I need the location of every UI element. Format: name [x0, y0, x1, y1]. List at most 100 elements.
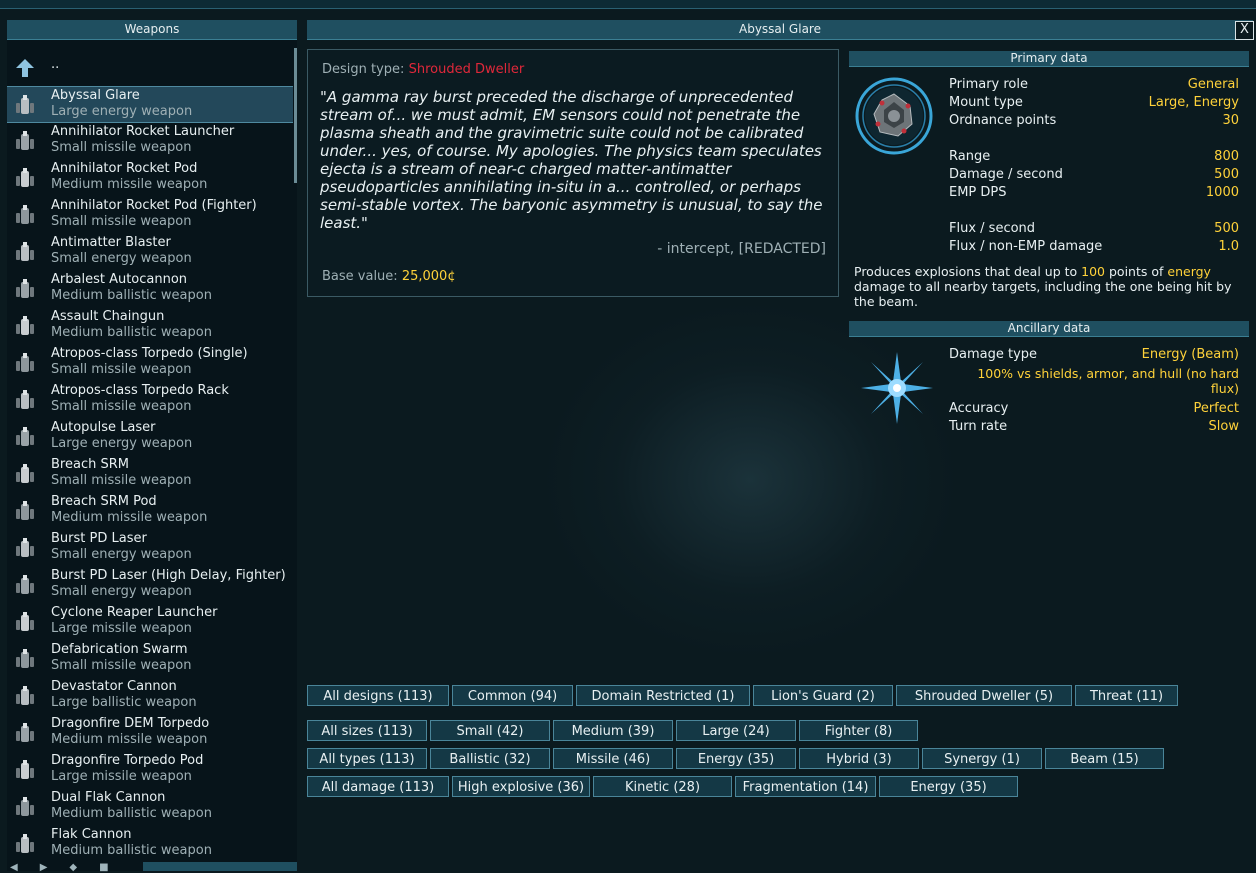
weapon-list-item[interactable]: Autopulse Laser Large energy weapon: [7, 419, 293, 456]
filter-sizes-button[interactable]: Fighter (8): [799, 720, 918, 741]
weapon-name: Annihilator Rocket Launcher: [51, 124, 235, 139]
note-part-2: points of: [1105, 264, 1168, 279]
turn-rate-label: Turn rate: [949, 419, 1008, 434]
bottom-nav-icons[interactable]: ◀▶◆■: [10, 862, 131, 873]
filter-designs-button[interactable]: All designs (113): [307, 685, 449, 706]
weapon-type: Small energy weapon: [51, 547, 192, 562]
weapon-type: Small missile weapon: [51, 473, 192, 488]
filter-damage-button[interactable]: Fragmentation (14): [735, 776, 876, 797]
weapon-list-item[interactable]: Cyclone Reaper Launcher Large missile wea…: [7, 604, 293, 641]
weapon-thumbnail-icon: [16, 723, 34, 742]
flavor-quote: "A gamma ray burst preceded the discharg…: [320, 88, 823, 232]
weapon-type: Small energy weapon: [51, 584, 192, 599]
stat-label: Ordnance points: [949, 113, 1057, 128]
weapon-type: Medium missile weapon: [51, 510, 208, 525]
filter-damage-button[interactable]: Energy (35): [879, 776, 1018, 797]
weapon-list-item[interactable]: Dragonfire Torpedo Pod Large missile weap…: [7, 752, 293, 789]
weapon-list-item[interactable]: Dual Flak Cannon Medium ballistic weapon: [7, 789, 293, 826]
weapon-thumbnail-icon: [16, 95, 34, 114]
weapon-thumbnail-icon: [16, 205, 34, 224]
weapon-thumbnail-icon: [16, 316, 34, 335]
weapon-list-item[interactable]: Flak Cannon Medium ballistic weapon: [7, 826, 293, 863]
filter-sizes-button[interactable]: All sizes (113): [307, 720, 427, 741]
note-part-3: damage to all nearby targets, including …: [854, 279, 1232, 309]
up-arrow-icon: [16, 59, 34, 77]
filter-types-button[interactable]: Synergy (1): [922, 748, 1042, 769]
weapon-type: Large ballistic weapon: [51, 695, 197, 710]
top-edge: [0, 0, 1256, 9]
filter-designs-button[interactable]: Common (94): [452, 685, 573, 706]
filter-types-button[interactable]: Hybrid (3): [799, 748, 919, 769]
weapon-type: Medium ballistic weapon: [51, 843, 212, 858]
weapon-list-item[interactable]: Assault Chaingun Medium ballistic weapon: [7, 308, 293, 345]
weapon-list-item[interactable]: Dragonfire DEM Torpedo Medium missile wea…: [7, 715, 293, 752]
stat-label: Mount type: [949, 95, 1023, 110]
filter-damage-button[interactable]: High explosive (36): [452, 776, 590, 797]
weapon-list-item[interactable]: Annihilator Rocket Pod (Fighter) Small mi…: [7, 197, 293, 234]
damage-type-label: Damage type: [949, 347, 1038, 362]
stat-row: EMP DPS 1000: [949, 185, 1239, 203]
filter-types-button[interactable]: All types (113): [307, 748, 427, 769]
weapon-list-item[interactable]: Atropos-class Torpedo (Single) Small miss…: [7, 345, 293, 382]
weapon-list-item[interactable]: Arbalest Autocannon Medium ballistic weap…: [7, 271, 293, 308]
weapon-list-item[interactable]: Abyssal Glare Large energy weapon: [7, 86, 293, 123]
filter-designs-button[interactable]: Shrouded Dweller (5): [896, 685, 1072, 706]
quote-attribution: - intercept, [REDACTED]: [657, 241, 826, 257]
weapon-thumbnail-icon: [16, 686, 34, 705]
weapon-type: Large missile weapon: [51, 769, 192, 784]
weapon-type: Small missile weapon: [51, 658, 192, 673]
filter-sizes-button[interactable]: Large (24): [676, 720, 796, 741]
filter-types-button[interactable]: Energy (35): [676, 748, 796, 769]
filter-types-button[interactable]: Beam (15): [1045, 748, 1164, 769]
weapon-list-item[interactable]: Atropos-class Torpedo Rack Small missile …: [7, 382, 293, 419]
filter-sizes-button[interactable]: Medium (39): [553, 720, 673, 741]
weapon-type: Medium ballistic weapon: [51, 288, 212, 303]
weapon-list-item[interactable]: Breach SRM Pod Medium missile weapon: [7, 493, 293, 530]
weapon-thumbnail-icon: [16, 575, 34, 594]
weapon-list-item[interactable]: Devastator Cannon Large ballistic weapon: [7, 678, 293, 715]
filter-damage-button[interactable]: All damage (113): [307, 776, 449, 797]
stat-value: 800: [1214, 149, 1239, 164]
weapon-name: Dual Flak Cannon: [51, 790, 166, 805]
stat-row: Flux / non-EMP damage 1.0: [949, 239, 1239, 257]
parent-directory-row[interactable]: ..: [7, 49, 297, 86]
weapon-name: Burst PD Laser: [51, 531, 147, 546]
filter-types-button[interactable]: Ballistic (32): [430, 748, 550, 769]
stat-label: Primary role: [949, 77, 1028, 92]
weapons-panel-title: Weapons: [7, 20, 297, 40]
weapon-name: Arbalest Autocannon: [51, 272, 188, 287]
weapon-list-item[interactable]: Defabrication Swarm Small missile weapon: [7, 641, 293, 678]
stat-value: 500: [1214, 221, 1239, 236]
filter-designs-button[interactable]: Threat (11): [1075, 685, 1178, 706]
weapon-name: Breach SRM: [51, 457, 129, 472]
filter-sizes-button[interactable]: Small (42): [430, 720, 550, 741]
weapon-list-item[interactable]: Annihilator Rocket Pod Medium missile wea…: [7, 160, 293, 197]
weapon-title: Abyssal Glare: [739, 22, 821, 36]
weapon-type: Medium ballistic weapon: [51, 806, 212, 821]
weapon-name: Antimatter Blaster: [51, 235, 171, 250]
weapon-list-item[interactable]: Burst PD Laser (High Delay, Fighter) Smal…: [7, 567, 293, 604]
filter-designs-button[interactable]: Lion's Guard (2): [753, 685, 893, 706]
weapon-type: Small missile weapon: [51, 362, 192, 377]
filter-types-button[interactable]: Missile (46): [553, 748, 673, 769]
filter-damage-button[interactable]: Kinetic (28): [593, 776, 732, 797]
bottom-tab[interactable]: [143, 862, 297, 871]
weapon-name: Abyssal Glare: [51, 88, 140, 103]
close-button[interactable]: X: [1235, 21, 1254, 40]
list-scrollbar[interactable]: [294, 48, 297, 183]
weapon-list-item[interactable]: Antimatter Blaster Small energy weapon: [7, 234, 293, 271]
weapon-type: Medium ballistic weapon: [51, 325, 212, 340]
weapon-list-item[interactable]: Breach SRM Small missile weapon: [7, 456, 293, 493]
design-type-line: Design type: Shrouded Dweller: [322, 62, 524, 77]
stat-label: Damage / second: [949, 167, 1063, 182]
weapons-list: Abyssal Glare Large energy weapon Annihila…: [7, 86, 293, 863]
parent-directory-label: ..: [51, 57, 60, 72]
weapon-list-item[interactable]: Annihilator Rocket Launcher Small missile…: [7, 123, 293, 160]
design-type-label: Design type:: [322, 62, 405, 77]
filter-designs-button[interactable]: Domain Restricted (1): [576, 685, 750, 706]
weapon-thumbnail-icon: [16, 797, 34, 816]
weapon-type: Medium missile weapon: [51, 732, 208, 747]
weapon-list-item[interactable]: Burst PD Laser Small energy weapon: [7, 530, 293, 567]
weapon-thumbnail-icon: [16, 168, 34, 187]
stat-value: Large, Energy: [1148, 95, 1239, 110]
